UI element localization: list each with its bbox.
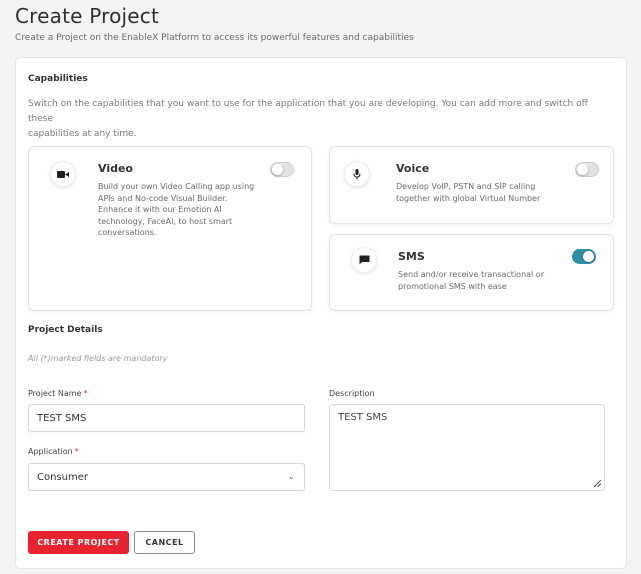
project-name-input[interactable]: TEST SMS bbox=[28, 404, 305, 432]
capabilities-description-line-2: capabilities at any time. bbox=[28, 129, 137, 139]
voice-toggle[interactable] bbox=[575, 162, 599, 177]
sms-toggle[interactable] bbox=[572, 249, 596, 264]
toggle-knob bbox=[583, 251, 594, 262]
project-details-title: Project Details bbox=[28, 325, 103, 335]
application-select[interactable]: Consumer ⌄ bbox=[28, 463, 305, 491]
resize-handle-icon[interactable] bbox=[593, 479, 602, 488]
capabilities-description-line-1: Switch on the capabilities that you want… bbox=[28, 99, 588, 124]
microphone-icon bbox=[344, 161, 370, 187]
toggle-knob bbox=[272, 164, 283, 175]
capability-desc-video: Build your own Video Calling app using A… bbox=[98, 182, 255, 237]
capability-name-sms: SMS bbox=[398, 250, 425, 263]
create-project-button[interactable]: CREATE PROJECT bbox=[28, 531, 129, 554]
capability-desc-voice: Develop VoIP, PSTN and SIP calling toget… bbox=[396, 182, 541, 203]
application-label: Application * bbox=[28, 447, 79, 456]
mandatory-note: All (*)marked fields are mandatory bbox=[28, 354, 168, 363]
cancel-button[interactable]: CANCEL bbox=[134, 531, 195, 554]
capability-card-sms: SMS Send and/or receive transactional or… bbox=[329, 234, 614, 311]
description-textarea[interactable]: TEST SMS bbox=[329, 404, 605, 491]
description-value: TEST SMS bbox=[338, 412, 388, 423]
page-subtitle: Create a Project on the EnableX Platform… bbox=[15, 33, 414, 43]
create-project-panel: Capabilities Switch on the capabilities … bbox=[15, 57, 627, 569]
capabilities-title: Capabilities bbox=[28, 74, 88, 84]
chevron-down-icon: ⌄ bbox=[287, 472, 295, 482]
capability-desc-sms: Send and/or receive transactional or pro… bbox=[398, 270, 544, 291]
video-toggle[interactable] bbox=[270, 162, 294, 177]
chat-bubble-icon bbox=[351, 247, 377, 273]
capability-name-voice: Voice bbox=[396, 162, 430, 175]
project-name-label: Project Name * bbox=[28, 389, 88, 398]
description-label: Description bbox=[329, 389, 375, 398]
toggle-knob bbox=[577, 164, 588, 175]
application-select-value: Consumer bbox=[37, 472, 88, 483]
capabilities-description: Switch on the capabilities that you want… bbox=[28, 97, 608, 142]
capability-card-voice: Voice Develop VoIP, PSTN and SIP calling… bbox=[329, 146, 614, 224]
video-camera-icon bbox=[50, 161, 76, 187]
page-title: Create Project bbox=[15, 4, 160, 28]
capability-name-video: Video bbox=[98, 162, 133, 175]
capability-card-video: Video Build your own Video Calling app u… bbox=[28, 146, 312, 311]
